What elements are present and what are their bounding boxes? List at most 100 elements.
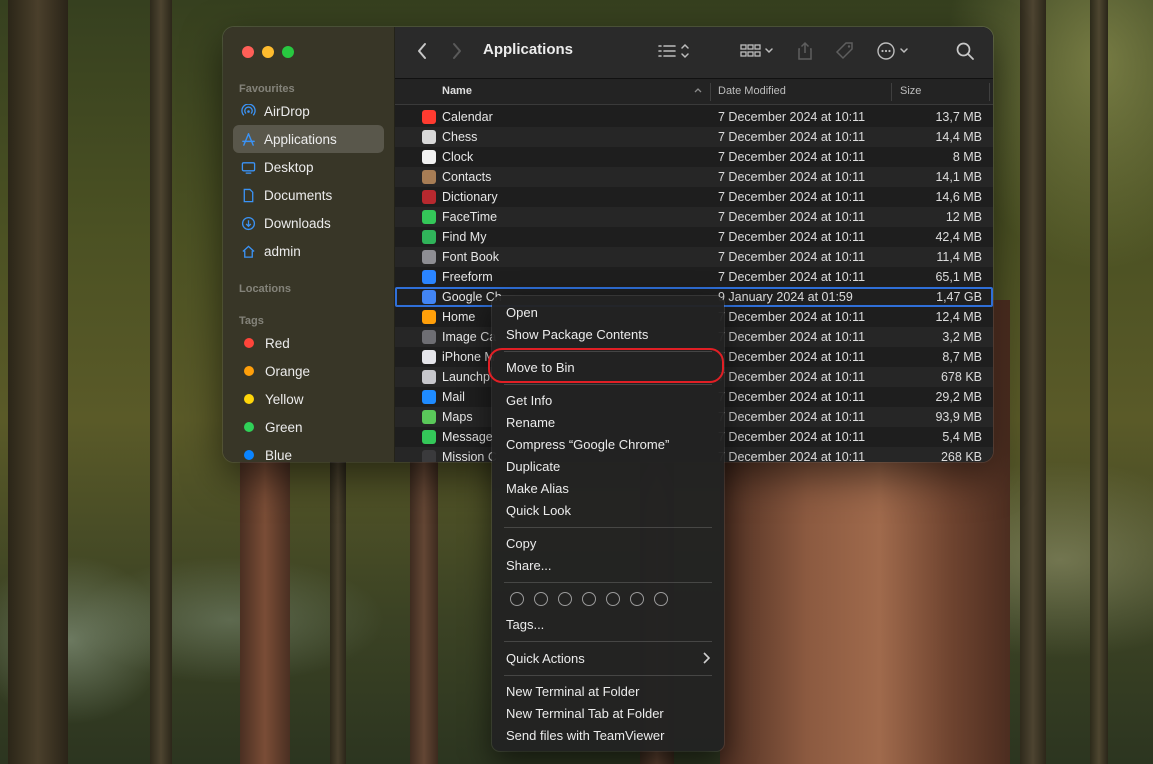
file-name: Calendar bbox=[442, 110, 493, 124]
more-actions-button[interactable] bbox=[876, 41, 912, 66]
menu-separator bbox=[504, 582, 712, 583]
app-icon bbox=[422, 150, 436, 164]
zoom-window-button[interactable] bbox=[282, 46, 294, 58]
file-date-modified: 7 December 2024 at 10:11 bbox=[718, 310, 866, 324]
home-icon bbox=[241, 244, 256, 259]
menu-item-new-terminal-tab-at-folder[interactable]: New Terminal Tab at Folder bbox=[506, 706, 664, 721]
file-date-modified: 7 December 2024 at 10:11 bbox=[718, 210, 866, 224]
column-divider[interactable] bbox=[989, 83, 990, 101]
menu-item-tags[interactable]: Tags... bbox=[506, 617, 544, 632]
file-size: 678 KB bbox=[940, 370, 982, 384]
sidebar-item-label: Red bbox=[265, 335, 290, 351]
menu-item-new-terminal-at-folder[interactable]: New Terminal at Folder bbox=[506, 684, 639, 699]
menu-separator bbox=[504, 527, 712, 528]
file-row[interactable]: Chess 7 December 2024 at 10:11 14,4 MB bbox=[395, 127, 993, 147]
sidebar-tag-green[interactable]: Green bbox=[233, 413, 384, 441]
file-size: 12,4 MB bbox=[935, 310, 982, 324]
menu-item-compress[interactable]: Compress “Google Chrome” bbox=[506, 437, 669, 452]
menu-item-show-package-contents[interactable]: Show Package Contents bbox=[506, 327, 648, 342]
tag-button[interactable] bbox=[835, 41, 855, 66]
group-button[interactable] bbox=[740, 41, 776, 66]
tag-circle-yellow[interactable] bbox=[558, 592, 572, 606]
tag-circle-red[interactable] bbox=[510, 592, 524, 606]
app-icon bbox=[422, 190, 436, 204]
column-date-modified[interactable]: Date Modified bbox=[718, 85, 786, 97]
sidebar-item-desktop[interactable]: Desktop bbox=[233, 153, 384, 181]
file-name: Chess bbox=[442, 130, 478, 144]
share-button[interactable] bbox=[797, 41, 813, 66]
tree-trunk bbox=[1090, 0, 1108, 764]
app-icon bbox=[422, 170, 436, 184]
menu-item-send-files-with-teamviewer[interactable]: Send files with TeamViewer bbox=[506, 728, 665, 743]
view-options-button[interactable] bbox=[657, 41, 693, 66]
sidebar-tag-orange[interactable]: Orange bbox=[233, 357, 384, 385]
file-size: 5,4 MB bbox=[942, 430, 982, 444]
menu-item-quick-look[interactable]: Quick Look bbox=[506, 503, 571, 518]
file-row[interactable]: Calendar 7 December 2024 at 10:11 13,7 MB bbox=[395, 107, 993, 127]
download-icon bbox=[241, 216, 256, 231]
menu-item-share[interactable]: Share... bbox=[506, 558, 552, 573]
tag-circle-orange[interactable] bbox=[534, 592, 548, 606]
file-date-modified: 7 December 2024 at 10:11 bbox=[718, 190, 866, 204]
file-name: Message bbox=[442, 430, 493, 444]
column-name[interactable]: Name bbox=[442, 85, 472, 97]
sidebar-item-admin[interactable]: admin bbox=[233, 237, 384, 265]
file-size: 1,47 GB bbox=[936, 290, 982, 304]
menu-separator bbox=[504, 641, 712, 642]
file-row[interactable]: Freeform 7 December 2024 at 10:11 65,1 MB bbox=[395, 267, 993, 287]
desktop-icon bbox=[241, 160, 256, 175]
file-size: 12 MB bbox=[945, 210, 982, 224]
sidebar-item-airdrop[interactable]: AirDrop bbox=[233, 97, 384, 125]
minimize-window-button[interactable] bbox=[262, 46, 274, 58]
tag-circle-green[interactable] bbox=[582, 592, 596, 606]
column-divider[interactable] bbox=[891, 83, 892, 101]
file-row[interactable]: FaceTime 7 December 2024 at 10:11 12 MB bbox=[395, 207, 993, 227]
file-size: 14,1 MB bbox=[935, 170, 982, 184]
file-name: Mail bbox=[442, 390, 465, 404]
file-date-modified: 7 December 2024 at 10:11 bbox=[718, 430, 866, 444]
app-icon bbox=[422, 250, 436, 264]
menu-item-make-alias[interactable]: Make Alias bbox=[506, 481, 569, 496]
search-button[interactable] bbox=[955, 41, 975, 66]
file-row[interactable]: Clock 7 December 2024 at 10:11 8 MB bbox=[395, 147, 993, 167]
tree-trunk bbox=[8, 0, 68, 764]
file-row[interactable]: Find My 7 December 2024 at 10:11 42,4 MB bbox=[395, 227, 993, 247]
file-name: Contacts bbox=[442, 170, 492, 184]
app-icon bbox=[422, 410, 436, 424]
column-divider[interactable] bbox=[710, 83, 711, 101]
menu-item-get-info[interactable]: Get Info bbox=[506, 393, 552, 408]
close-window-button[interactable] bbox=[242, 46, 254, 58]
file-size: 13,7 MB bbox=[935, 110, 982, 124]
tag-color-dot bbox=[244, 366, 254, 376]
file-row[interactable]: Dictionary 7 December 2024 at 10:11 14,6 M… bbox=[395, 187, 993, 207]
file-name: Clock bbox=[442, 150, 474, 164]
back-button[interactable] bbox=[416, 41, 428, 66]
sidebar-item-applications[interactable]: Applications bbox=[233, 125, 384, 153]
sidebar-tag-red[interactable]: Red bbox=[233, 329, 384, 357]
menu-item-rename[interactable]: Rename bbox=[506, 415, 555, 430]
sidebar-tag-yellow[interactable]: Yellow bbox=[233, 385, 384, 413]
forward-button[interactable] bbox=[451, 41, 463, 66]
sidebar-tag-blue[interactable]: Blue bbox=[233, 441, 384, 462]
tag-circle-gray[interactable] bbox=[654, 592, 668, 606]
app-icon bbox=[422, 230, 436, 244]
file-size: 29,2 MB bbox=[935, 390, 982, 404]
menu-item-copy[interactable]: Copy bbox=[506, 536, 536, 551]
menu-item-open[interactable]: Open bbox=[506, 305, 538, 320]
menu-item-quick-actions[interactable]: Quick Actions bbox=[506, 651, 585, 666]
file-row[interactable]: Font Book 7 December 2024 at 10:11 11,4 MB bbox=[395, 247, 993, 267]
sidebar-item-downloads[interactable]: Downloads bbox=[233, 209, 384, 237]
sidebar-item-documents[interactable]: Documents bbox=[233, 181, 384, 209]
tag-color-dot bbox=[244, 338, 254, 348]
app-icon bbox=[422, 330, 436, 344]
file-name: Find My bbox=[442, 230, 487, 244]
sidebar: Favourites AirDrop Applications Desktop … bbox=[223, 27, 395, 462]
tree-trunk bbox=[150, 0, 172, 764]
column-size[interactable]: Size bbox=[900, 85, 921, 97]
tag-circle-purple[interactable] bbox=[630, 592, 644, 606]
tag-circle-blue[interactable] bbox=[606, 592, 620, 606]
file-size: 268 KB bbox=[940, 450, 982, 462]
file-row[interactable]: Contacts 7 December 2024 at 10:11 14,1 MB bbox=[395, 167, 993, 187]
window-controls bbox=[242, 46, 294, 58]
menu-item-duplicate[interactable]: Duplicate bbox=[506, 459, 560, 474]
